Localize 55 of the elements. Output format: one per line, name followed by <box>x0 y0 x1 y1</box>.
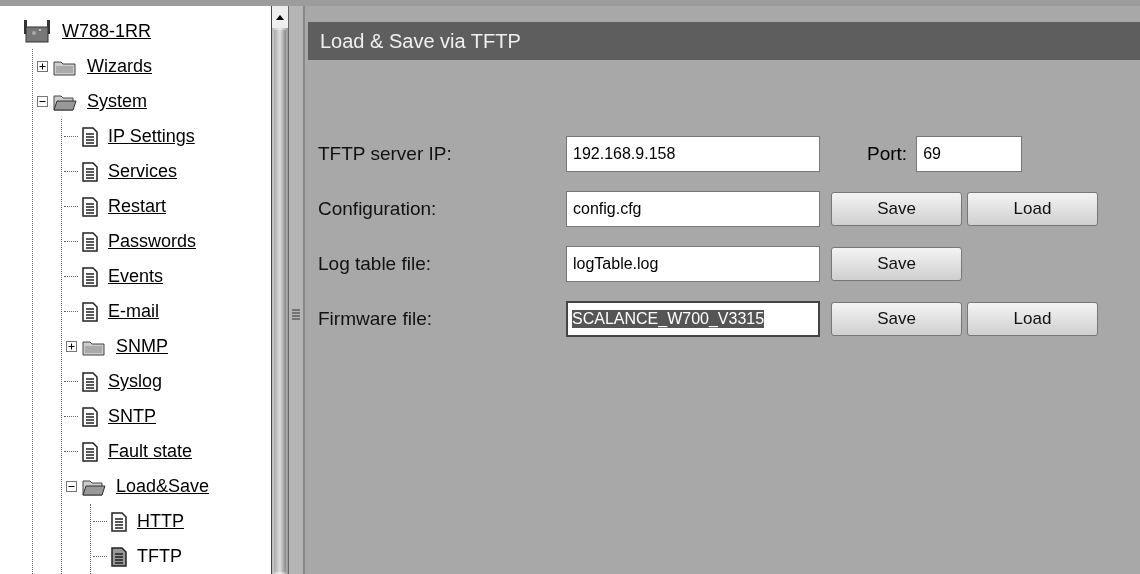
tree-link[interactable]: Passwords <box>108 231 197 252</box>
scroll-thumb[interactable] <box>274 30 286 572</box>
tree-link[interactable]: Events <box>108 266 164 287</box>
field-label: Configuration: <box>318 198 438 220</box>
document-icon <box>82 161 98 182</box>
tree-link[interactable]: Services <box>108 161 178 182</box>
field-label: TFTP server IP: <box>318 143 453 165</box>
tree-link[interactable]: W788-1RR <box>62 21 152 42</box>
tree-link[interactable]: SNMP <box>116 336 168 357</box>
document-icon <box>82 406 98 427</box>
document-icon <box>82 126 98 147</box>
input-field[interactable]: logTable.log <box>566 246 820 282</box>
collapse-icon[interactable] <box>65 481 77 492</box>
input-field[interactable]: SCALANCE_W700_V3315 <box>566 301 820 337</box>
scrollbar[interactable] <box>271 6 288 574</box>
tree-link[interactable]: Syslog <box>108 371 163 392</box>
document-icon <box>82 371 98 392</box>
expand-icon[interactable] <box>36 61 48 72</box>
document-icon <box>82 266 98 287</box>
up-arrow-icon <box>276 14 284 20</box>
tree-link[interactable]: Wizards <box>87 56 152 77</box>
tree-link[interactable]: System <box>87 91 147 112</box>
open-folder-icon <box>53 92 77 111</box>
port-label: Port: <box>867 143 908 165</box>
open-folder-icon <box>82 477 106 496</box>
tree-link[interactable]: HTTP <box>137 511 184 532</box>
scroll-up-button[interactable] <box>272 6 288 28</box>
field-label: Firmware file: <box>318 308 433 330</box>
action-button[interactable]: Save <box>831 192 962 226</box>
tree-link[interactable]: TFTP <box>137 546 182 567</box>
document-icon <box>82 231 98 252</box>
document-icon <box>111 546 127 567</box>
tree-link[interactable]: Load&Save <box>116 476 210 497</box>
port-field[interactable]: 69 <box>916 136 1023 172</box>
input-field[interactable]: config.cfg <box>566 191 820 227</box>
tree-link[interactable]: E-mail <box>108 301 159 322</box>
grip-icon[interactable] <box>292 308 300 320</box>
document-icon <box>82 196 98 217</box>
device-icon <box>22 19 52 44</box>
tree-link[interactable]: IP Settings <box>108 126 195 147</box>
action-button[interactable]: Load <box>967 302 1098 336</box>
expand-icon[interactable] <box>65 341 77 352</box>
action-button[interactable]: Save <box>831 302 962 336</box>
page-title: Load & Save via TFTP <box>308 22 1140 60</box>
document-icon <box>82 301 98 322</box>
collapse-icon[interactable] <box>36 96 48 107</box>
action-button[interactable]: Save <box>831 247 962 281</box>
field-label: Log table file: <box>318 253 433 275</box>
action-button[interactable]: Load <box>967 192 1098 226</box>
tree-link[interactable]: SNTP <box>108 406 156 427</box>
input-field[interactable]: 192.168.9.158 <box>566 136 820 172</box>
document-icon <box>111 511 127 532</box>
tree-link[interactable]: Fault state <box>108 441 193 462</box>
tree-link[interactable]: Restart <box>108 196 167 217</box>
document-icon <box>82 441 98 462</box>
